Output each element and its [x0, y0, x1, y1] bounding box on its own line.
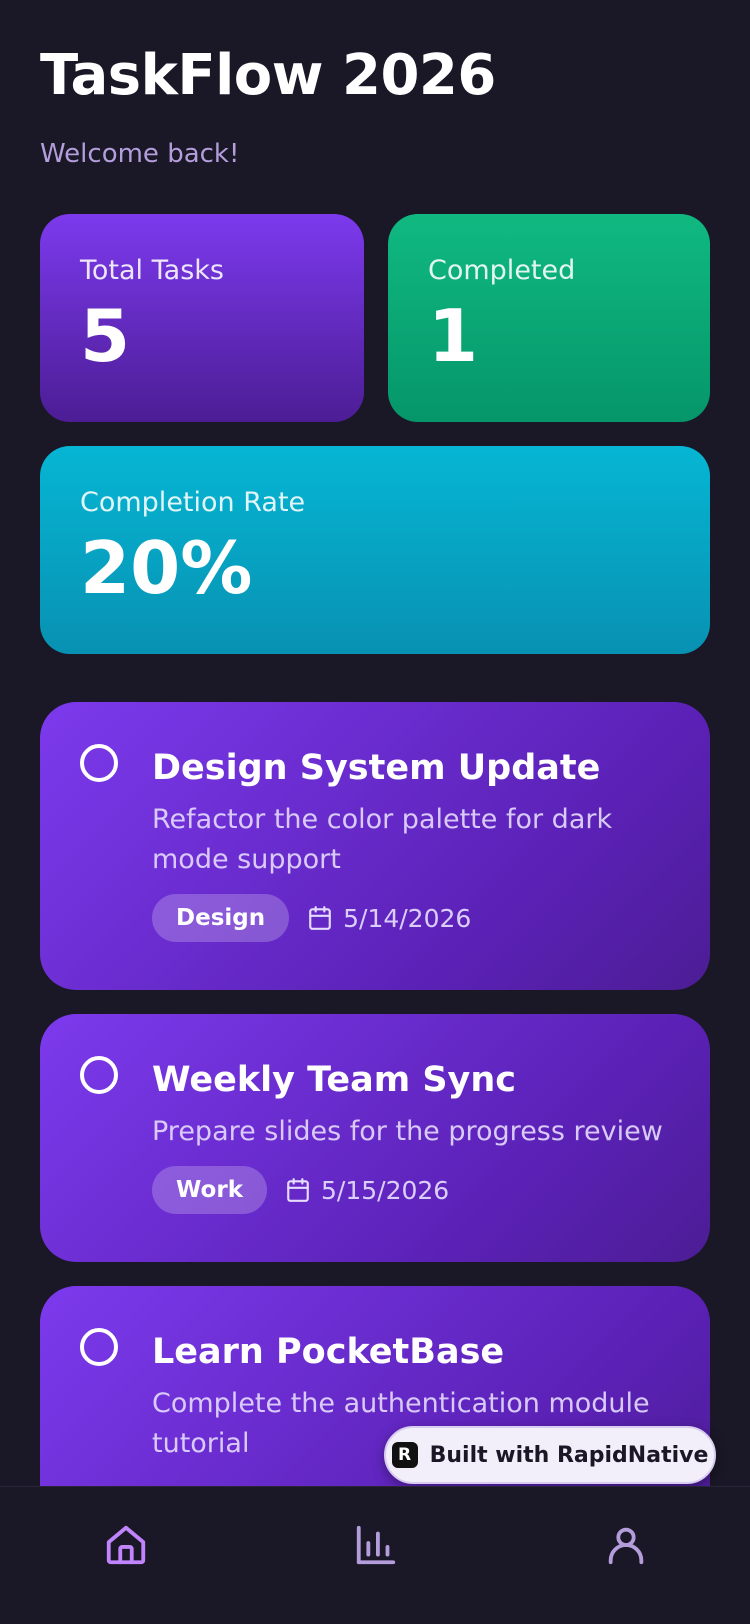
total-tasks-value: 5 — [80, 294, 131, 378]
built-with-label: Built with RapidNative — [429, 1442, 709, 1468]
home-icon — [106, 1525, 146, 1565]
task-checkbox[interactable] — [80, 1328, 118, 1366]
total-tasks-card: Total Tasks 5 — [40, 214, 364, 422]
completed-tasks-value: 1 — [428, 294, 479, 378]
task-checkbox[interactable] — [80, 744, 118, 782]
completion-rate-label: Completion Rate — [80, 487, 306, 518]
completed-tasks-label: Completed — [428, 255, 576, 286]
completed-tasks-card: Completed 1 — [388, 214, 710, 422]
bar-chart-icon — [356, 1525, 396, 1565]
nav-profile[interactable] — [596, 1515, 656, 1575]
total-tasks-label: Total Tasks — [80, 255, 224, 286]
header: TaskFlow 2026 Welcome back! — [40, 40, 710, 170]
calendar-icon — [287, 1178, 309, 1202]
user-icon — [608, 1527, 644, 1565]
task-due-date: 5/14/2026 — [343, 903, 472, 933]
task-tag: Design — [152, 894, 290, 942]
task-meta: Work 5/15/2026 — [152, 1166, 670, 1214]
task-due-date: 5/15/2026 — [321, 1175, 450, 1205]
welcome-text: Welcome back! — [40, 139, 240, 169]
task-title: Design System Update — [152, 748, 601, 788]
bottom-navigation — [0, 1486, 750, 1624]
built-with-badge[interactable]: R Built with RapidNative — [384, 1426, 716, 1484]
task-title: Weekly Team Sync — [152, 1060, 517, 1100]
task-description: Prepare slides for the progress review — [152, 1116, 663, 1147]
nav-stats[interactable] — [346, 1515, 406, 1575]
task-checkbox[interactable] — [80, 1056, 118, 1094]
nav-home[interactable] — [96, 1515, 156, 1575]
task-title: Learn PocketBase — [152, 1332, 505, 1372]
completion-rate-value: 20% — [80, 526, 253, 610]
completion-rate-card: Completion Rate 20% — [40, 446, 710, 654]
task-description: Refactor the color palette for dark mode… — [152, 804, 613, 875]
page-title: TaskFlow 2026 — [40, 43, 496, 108]
calendar-icon — [309, 906, 331, 930]
task-card[interactable]: Design System Update Refactor the color … — [40, 702, 710, 990]
task-tag: Work — [152, 1166, 267, 1214]
rapidnative-logo-icon: R — [391, 1442, 418, 1468]
task-meta: Design 5/14/2026 — [152, 894, 670, 942]
task-card[interactable]: Weekly Team Sync Prepare slides for the … — [40, 1014, 710, 1262]
